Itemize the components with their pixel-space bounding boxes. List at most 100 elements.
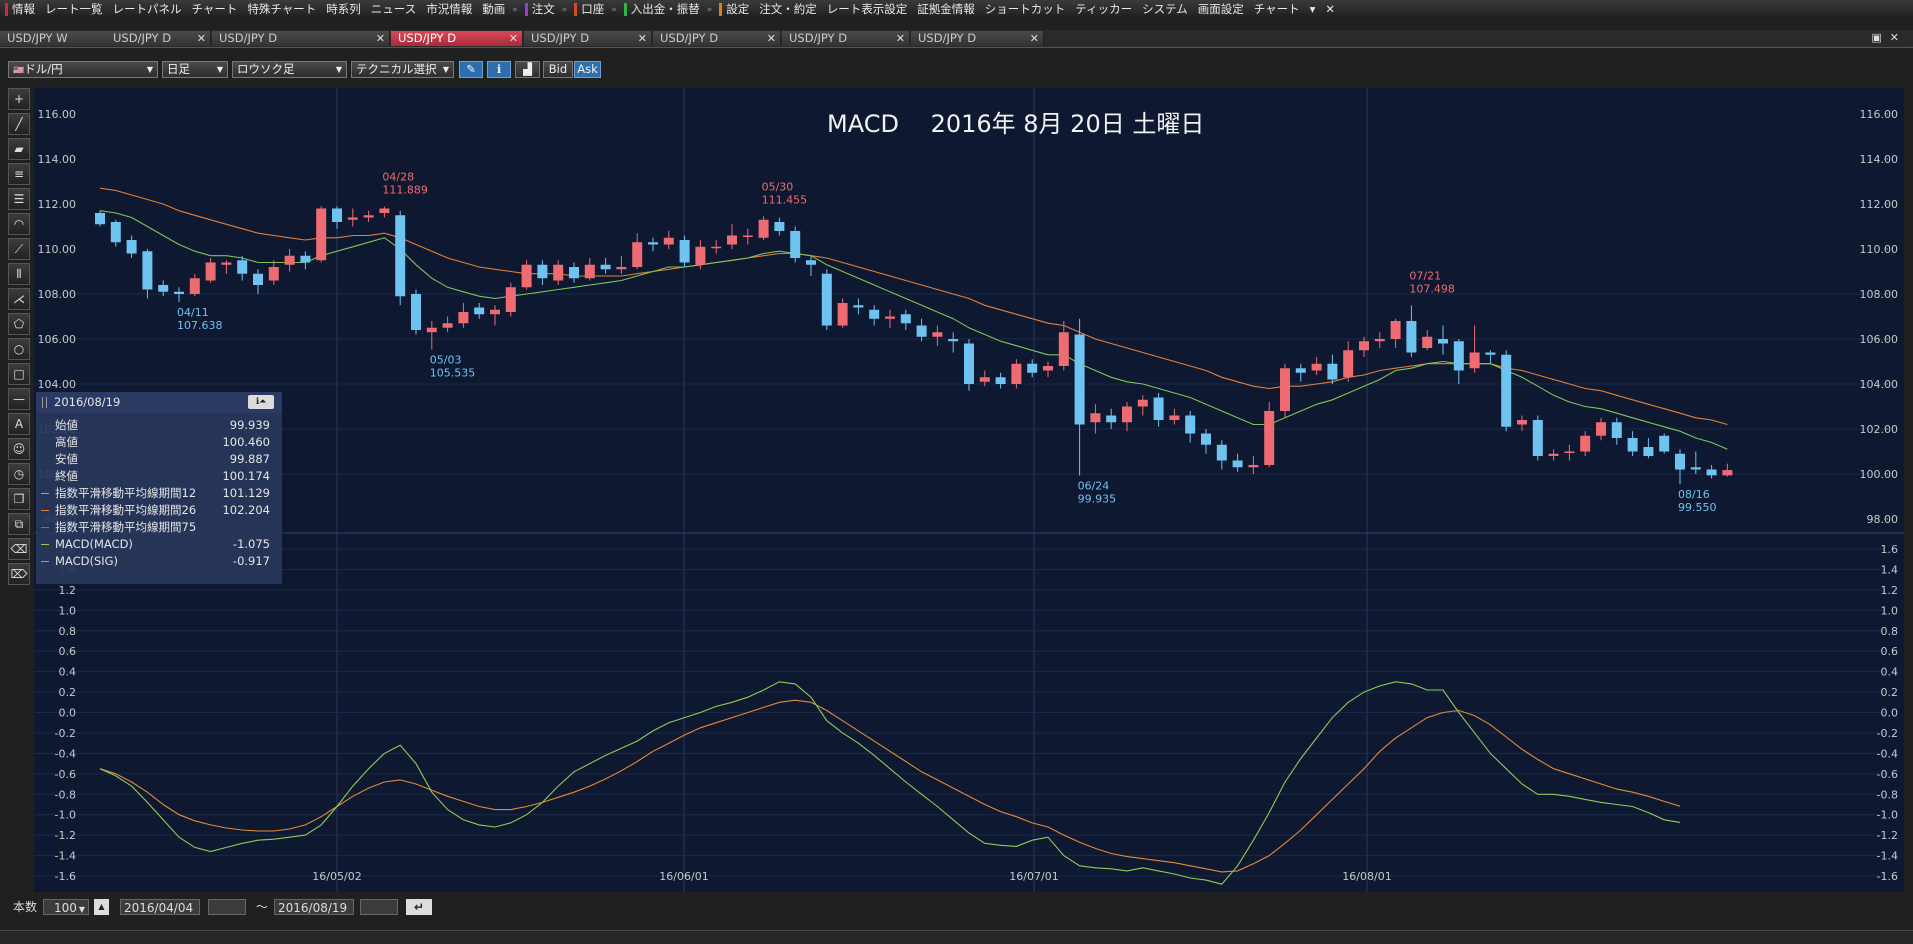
ellipse-tool[interactable]: ○: [8, 338, 30, 360]
close-icon[interactable]: ✕: [1030, 31, 1039, 46]
menu-item[interactable]: 特殊チャート: [242, 0, 321, 19]
menu-item[interactable]: 時系列: [321, 0, 366, 19]
erase-all-tool[interactable]: ⌦: [8, 563, 30, 585]
menu-item[interactable]: 画面設定: [1193, 0, 1249, 19]
copy-tool[interactable]: ❐: [8, 488, 30, 510]
info-collapse-button[interactable]: ℹ⏶: [248, 395, 274, 409]
tab-3[interactable]: USD/JPY D ✕: [212, 31, 390, 46]
tab-6[interactable]: USD/JPY D ✕: [653, 31, 781, 46]
menu-item[interactable]: ショートカット: [980, 0, 1071, 19]
tab-2[interactable]: USD/JPY D ✕: [106, 31, 211, 46]
currency-select[interactable]: 🇺🇸ドル/円 ▼: [8, 61, 158, 78]
chart-type-select[interactable]: ロウソク足 ▼: [232, 61, 347, 78]
emoji-tool[interactable]: ☺: [8, 438, 30, 460]
extreme-date-label: 06/24: [1078, 479, 1110, 492]
menu-item[interactable]: レート表示設定: [822, 0, 913, 19]
crosshair-tool[interactable]: +: [8, 88, 30, 110]
tab-5[interactable]: USD/JPY D ✕: [524, 31, 652, 46]
menu-item[interactable]: ニュース: [366, 0, 421, 19]
menu-item[interactable]: システム: [1137, 0, 1193, 19]
window-buttons[interactable]: ▣✕: [1871, 31, 1907, 44]
trendline-tool[interactable]: ╱: [8, 113, 30, 135]
menu-overflow-icon[interactable]: »: [705, 5, 715, 15]
info-row-label: 終値: [55, 469, 78, 483]
close-icon[interactable]: ✕: [638, 31, 647, 46]
macd-axis-label-right: -0.2: [1877, 727, 1898, 740]
chart-canvas[interactable]: 116.00 116.00 114.00 114.00 112.00 112.00 110.…: [34, 88, 1904, 892]
arc-tool[interactable]: ◠: [8, 213, 30, 235]
menu-overflow-icon[interactable]: »: [510, 5, 520, 15]
menu-item[interactable]: 口座: [569, 0, 609, 19]
fan-tool[interactable]: ⟋: [8, 238, 30, 260]
candle-body: [1311, 363, 1322, 371]
tab-4[interactable]: USD/JPY D ✕: [391, 31, 523, 46]
clock-tool[interactable]: ◷: [8, 463, 30, 485]
candle-body: [1596, 422, 1606, 436]
vertical-lines-tool[interactable]: ⦀: [8, 263, 30, 285]
macd-axis-label-left: 0.0: [59, 707, 77, 720]
start-time-field[interactable]: [208, 899, 246, 915]
tab-7[interactable]: USD/JPY D ✕: [782, 31, 910, 46]
menu-item[interactable]: 注文: [520, 0, 560, 19]
technical-select[interactable]: テクニカル選択 ▼: [351, 61, 454, 78]
menu-item[interactable]: チャート: [1249, 0, 1305, 19]
menu-item[interactable]: ティッカー: [1070, 0, 1137, 19]
copy-icon: ❐: [13, 492, 25, 506]
count-select[interactable]: 100 ▼: [43, 899, 89, 915]
fibonacci-tool[interactable]: ☰: [8, 188, 30, 210]
close-icon[interactable]: ✕: [197, 31, 206, 46]
candle-body: [1248, 465, 1259, 468]
menu-more-icon[interactable]: ▾: [1305, 0, 1321, 19]
ask-button[interactable]: Ask: [574, 61, 601, 78]
info-panel-header[interactable]: 2016/08/19 ℹ⏶: [36, 392, 282, 413]
bid-button[interactable]: Bid: [543, 61, 573, 78]
candle-body: [1422, 336, 1433, 348]
date-axis-label: 16/06/01: [659, 870, 708, 883]
close-icon[interactable]: ✕: [767, 31, 776, 46]
count-stepper-up[interactable]: ▲: [94, 899, 109, 915]
menu-close-icon[interactable]: ✕: [1320, 0, 1340, 19]
close-icon[interactable]: ✕: [376, 31, 385, 46]
menu-item[interactable]: 動画: [477, 0, 510, 19]
ruler-tool[interactable]: ▰: [8, 138, 30, 160]
rectangle-tool[interactable]: □: [8, 363, 30, 385]
eraser-tool[interactable]: ⌫: [8, 538, 30, 560]
hline-tool[interactable]: —: [8, 388, 30, 410]
chart-area[interactable]: 116.00 116.00 114.00 114.00 112.00 112.00 110.…: [34, 88, 1904, 892]
menu-item[interactable]: 注文・約定: [754, 0, 822, 19]
candle-body: [774, 222, 785, 231]
start-date-field[interactable]: 2016/04/04: [120, 899, 200, 915]
period-select[interactable]: 日足 ▼: [162, 61, 228, 78]
menu-overflow-icon[interactable]: »: [609, 5, 619, 15]
tab-8[interactable]: USD/JPY D ✕: [911, 31, 1044, 46]
close-icon[interactable]: ✕: [509, 31, 518, 46]
ohlc-info-panel[interactable]: 2016/08/19 ℹ⏶ 始値 99.939 高値 100.460 安値 99.887 終…: [36, 392, 282, 584]
menu-item[interactable]: 証拠金情報: [912, 0, 980, 19]
menu-item[interactable]: チャート: [187, 0, 243, 19]
horizontal-lines-tool[interactable]: ≡: [8, 163, 30, 185]
candle-body: [584, 264, 595, 279]
layers-tool[interactable]: ⧉: [8, 513, 30, 535]
apply-range-button[interactable]: ↵: [406, 899, 432, 915]
end-time-field[interactable]: [360, 899, 398, 915]
menu-overflow-icon[interactable]: »: [560, 5, 570, 15]
draw-button[interactable]: ✎: [459, 61, 483, 78]
crosshair-icon: +: [13, 92, 25, 106]
area-chart-button[interactable]: ▟: [515, 61, 540, 78]
end-date-field[interactable]: 2016/08/19: [274, 899, 354, 915]
macd-axis-label-left: 0.4: [59, 666, 77, 679]
menu-item[interactable]: レート一覧: [40, 0, 108, 19]
drag-grip-icon[interactable]: [42, 397, 47, 408]
menu-item[interactable]: 情報: [0, 0, 40, 19]
pitchfork-tool[interactable]: ⋌: [8, 288, 30, 310]
info-button[interactable]: ℹ: [487, 61, 511, 78]
menu-item-label: 動画: [482, 2, 506, 16]
price-axis-label-left: 106.00: [38, 333, 77, 346]
text-tool[interactable]: A: [8, 413, 30, 435]
menu-item[interactable]: レートパネル: [108, 0, 187, 19]
close-icon[interactable]: ✕: [896, 31, 905, 46]
menu-item[interactable]: 設定: [714, 0, 754, 19]
pentagon-tool[interactable]: ⬠: [8, 313, 30, 335]
menu-item[interactable]: 市況情報: [421, 0, 477, 19]
menu-item[interactable]: 入出金・振替: [619, 0, 705, 19]
